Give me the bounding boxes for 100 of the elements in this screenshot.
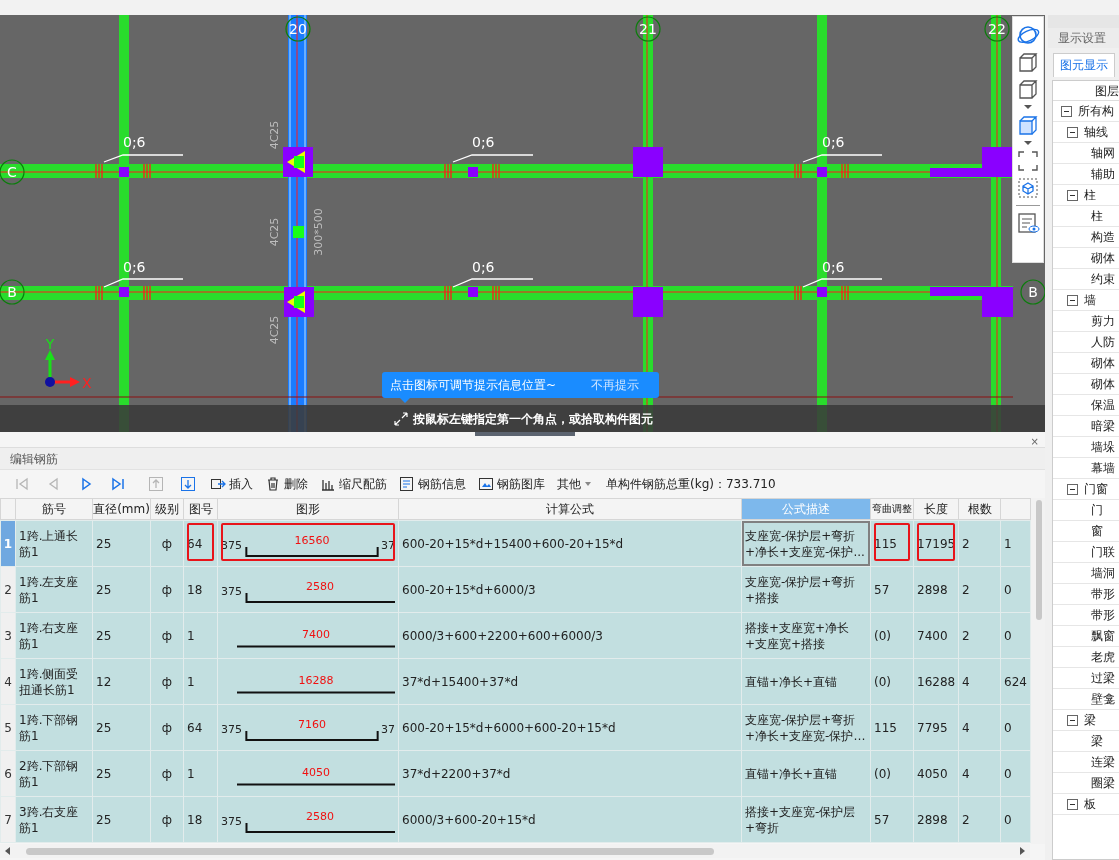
- tree-item[interactable]: 带形: [1091, 606, 1115, 624]
- cube-icon[interactable]: [1016, 77, 1040, 101]
- tree-item[interactable]: 门: [1091, 501, 1103, 519]
- table-cell: ф: [150, 658, 184, 705]
- shaded-cube-icon[interactable]: [1016, 113, 1040, 137]
- highlight-frame: [874, 523, 910, 561]
- scale-rebar-button[interactable]: 缩尺配筋: [316, 475, 391, 493]
- tree-item[interactable]: 所有构: [1078, 102, 1114, 120]
- tree-item[interactable]: 门联: [1091, 543, 1115, 561]
- column-stub: [119, 167, 129, 177]
- tree-item[interactable]: 砌体: [1091, 354, 1115, 372]
- tab[interactable]: 图元显示: [1053, 53, 1115, 77]
- tree-item[interactable]: 人防: [1091, 333, 1115, 351]
- tree-item[interactable]: 板: [1084, 795, 1096, 813]
- scrollbar-thumb[interactable]: [1036, 500, 1042, 620]
- tree-item[interactable]: 剪力: [1091, 312, 1115, 330]
- tree-item[interactable]: 老虎: [1091, 648, 1115, 666]
- scrollbar-thumb[interactable]: [26, 847, 714, 855]
- table-cell: 600-20+15*d+15400+600-20+15*d: [398, 520, 742, 567]
- row-number[interactable]: 4: [0, 658, 16, 705]
- tree-item[interactable]: 带形: [1091, 585, 1115, 603]
- tree-item[interactable]: 辅助: [1091, 165, 1115, 183]
- column-header[interactable]: 图号: [183, 498, 218, 520]
- table-cell: 4: [958, 750, 1001, 797]
- tree-item[interactable]: 连梁: [1091, 753, 1115, 771]
- selection-frame-icon[interactable]: [1016, 149, 1040, 173]
- tree-item[interactable]: 梁: [1091, 732, 1103, 750]
- table-cell: ф: [150, 520, 184, 567]
- table-cell: ф: [150, 750, 184, 797]
- tree-item[interactable]: 轴网: [1091, 144, 1115, 162]
- tree-item[interactable]: 圈梁: [1091, 774, 1115, 792]
- row-number[interactable]: 3: [0, 612, 16, 659]
- tree-item[interactable]: 门窗: [1084, 480, 1108, 498]
- status-hint: 按鼠标左键指定第一个角点，或拾取构件图元: [413, 410, 653, 428]
- coordinate-axes-icon: [45, 350, 80, 387]
- scroll-left-icon[interactable]: [4, 846, 12, 856]
- tree-item[interactable]: 构造: [1091, 228, 1115, 246]
- tree-item[interactable]: 砌体: [1091, 249, 1115, 267]
- panel-handle[interactable]: [475, 432, 575, 436]
- column-header[interactable]: 弯曲调整: [870, 498, 914, 520]
- rebar-library-button[interactable]: 钢筋图库: [474, 475, 549, 493]
- tree-item[interactable]: 飘窗: [1091, 627, 1115, 645]
- column-header[interactable]: 长度: [913, 498, 959, 520]
- tree-item[interactable]: 过梁: [1091, 669, 1115, 687]
- collapse-toggle[interactable]: [1067, 714, 1078, 726]
- tree-item[interactable]: 保温: [1091, 396, 1115, 414]
- column-header[interactable]: 计算公式: [398, 498, 742, 520]
- axis-bubble: [1020, 279, 1045, 305]
- last-page-icon[interactable]: [110, 476, 126, 492]
- tree-item[interactable]: 砌体: [1091, 375, 1115, 393]
- rebar-shape-icon: [237, 782, 395, 786]
- dashed-cube-icon[interactable]: [1016, 176, 1040, 200]
- collapse-toggle[interactable]: [1067, 294, 1078, 306]
- tree-item[interactable]: 柱: [1084, 186, 1096, 204]
- tree-item[interactable]: 窗: [1091, 522, 1103, 540]
- collapse-toggle[interactable]: [1067, 126, 1078, 138]
- table-cell: 600-20+15*d+6000+600-20+15*d: [398, 704, 742, 751]
- close-button[interactable]: ×: [1030, 436, 1039, 447]
- row-number[interactable]: 5: [0, 704, 16, 751]
- row-number[interactable]: 7: [0, 796, 16, 843]
- tree-item[interactable]: 幕墙: [1091, 459, 1115, 477]
- tree-item[interactable]: 轴线: [1084, 123, 1108, 141]
- column-header[interactable]: 级别: [150, 498, 184, 520]
- move-down-icon[interactable]: [180, 476, 196, 492]
- column-header[interactable]: 筋号: [15, 498, 93, 520]
- tree-item[interactable]: 约束: [1091, 270, 1115, 288]
- column-header[interactable]: 图形: [217, 498, 399, 520]
- more-dropdown[interactable]: 其他: [553, 475, 596, 493]
- collapse-toggle[interactable]: [1067, 483, 1078, 495]
- collapse-toggle[interactable]: [1067, 798, 1078, 810]
- delete-button[interactable]: 删除: [261, 475, 312, 493]
- collapse-toggle[interactable]: [1067, 189, 1078, 201]
- grip-point: [293, 226, 304, 238]
- tree-item[interactable]: 墙洞: [1091, 564, 1115, 582]
- tree-item[interactable]: 壁龛: [1091, 690, 1115, 708]
- collapse-toggle[interactable]: [1061, 105, 1072, 117]
- caret-icon[interactable]: [1023, 104, 1033, 110]
- column-drawing: [633, 147, 663, 177]
- caret-icon[interactable]: [1023, 140, 1033, 146]
- tree-item[interactable]: 梁: [1084, 711, 1096, 729]
- cube-3d-icon[interactable]: [1016, 50, 1040, 74]
- length-label: 2580: [306, 810, 334, 823]
- row-number[interactable]: 6: [0, 750, 16, 797]
- table-cell: 直锚+净长+直锚: [741, 658, 871, 705]
- rebar-info-button[interactable]: 钢筋信息: [395, 475, 470, 493]
- tree-item[interactable]: 墙: [1084, 291, 1096, 309]
- row-number[interactable]: 2: [0, 566, 16, 613]
- table-cell: 25: [92, 796, 151, 843]
- table-cell: 2898: [913, 796, 959, 843]
- list-eye-icon[interactable]: [1016, 211, 1040, 235]
- tree-item[interactable]: 柱: [1091, 207, 1103, 225]
- tree-item[interactable]: 暗梁: [1091, 417, 1115, 435]
- highlight-frame: [187, 523, 214, 561]
- length-label: 16560: [294, 534, 330, 547]
- scroll-right-icon[interactable]: [1018, 846, 1026, 856]
- insert-button[interactable]: 插入: [206, 475, 257, 493]
- tree-item[interactable]: 墙垛: [1091, 438, 1115, 456]
- orbit-icon[interactable]: [1016, 23, 1040, 47]
- column-header[interactable]: 根数: [958, 498, 1001, 520]
- column-header[interactable]: 直径(mm): [92, 498, 151, 520]
